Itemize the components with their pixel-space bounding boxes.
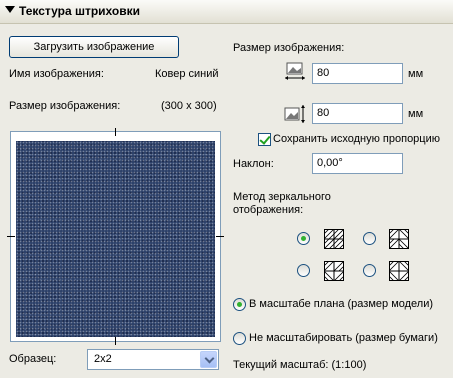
image-name-label: Имя изображения: — [9, 68, 104, 80]
angle-input[interactable]: 0,00° — [312, 153, 403, 174]
mirror-label-line1: Метод зеркального — [233, 191, 331, 203]
preview-right-tick — [216, 236, 224, 237]
mirror-both-icon — [389, 261, 409, 281]
preview-top-tick — [115, 128, 116, 136]
image-width-icon — [285, 62, 305, 80]
angle-label: Наклон: — [233, 158, 274, 170]
keep-ratio-label[interactable]: Сохранить исходную пропорцию — [273, 133, 440, 145]
width-unit: мм — [408, 68, 424, 80]
mirror-both-radio[interactable] — [363, 264, 376, 277]
size-label: Размер изображения: — [233, 42, 345, 54]
texture-preview — [10, 131, 221, 342]
scale-plan-radio[interactable] — [233, 298, 246, 311]
keep-ratio-checkbox[interactable] — [258, 133, 271, 146]
preview-bottom-tick — [115, 337, 116, 345]
sample-label: Образец: — [9, 353, 57, 365]
mirror-vertical-icon — [324, 261, 344, 281]
preview-left-tick — [7, 236, 15, 237]
chevron-down-icon[interactable] — [200, 351, 217, 368]
mirror-label-line2: отображения: — [233, 204, 304, 216]
mirror-none-icon — [324, 229, 344, 249]
mirror-horizontal-radio[interactable] — [363, 232, 376, 245]
mirror-none-radio[interactable] — [297, 232, 310, 245]
image-name-value: Ковер синий — [155, 68, 219, 80]
current-scale-text: Текущий масштаб: (1:100) — [233, 359, 367, 371]
sample-select[interactable]: 2x2 — [87, 349, 219, 370]
texture-image — [16, 141, 215, 337]
image-height-icon — [284, 105, 305, 123]
load-image-button[interactable]: Загрузить изображение — [9, 36, 179, 58]
width-input[interactable]: 80 — [312, 63, 403, 84]
collapse-triangle-icon[interactable] — [5, 6, 15, 13]
section-title: Текстура штриховки — [19, 4, 141, 18]
height-unit: мм — [408, 108, 424, 120]
sample-select-value: 2x2 — [94, 353, 112, 365]
scale-plan-label[interactable]: В масштабе плана (размер модели) — [249, 298, 433, 310]
image-size-value: (300 x 300) — [161, 100, 217, 112]
section-header[interactable]: Текстура штриховки — [0, 0, 453, 24]
mirror-vertical-radio[interactable] — [297, 264, 310, 277]
height-input[interactable]: 80 — [312, 103, 403, 124]
scale-paper-radio[interactable] — [233, 332, 246, 345]
mirror-horizontal-icon — [389, 229, 409, 249]
scale-paper-label[interactable]: Не масштабировать (размер бумаги) — [249, 332, 438, 344]
image-size-label: Размер изображения: — [9, 100, 121, 112]
